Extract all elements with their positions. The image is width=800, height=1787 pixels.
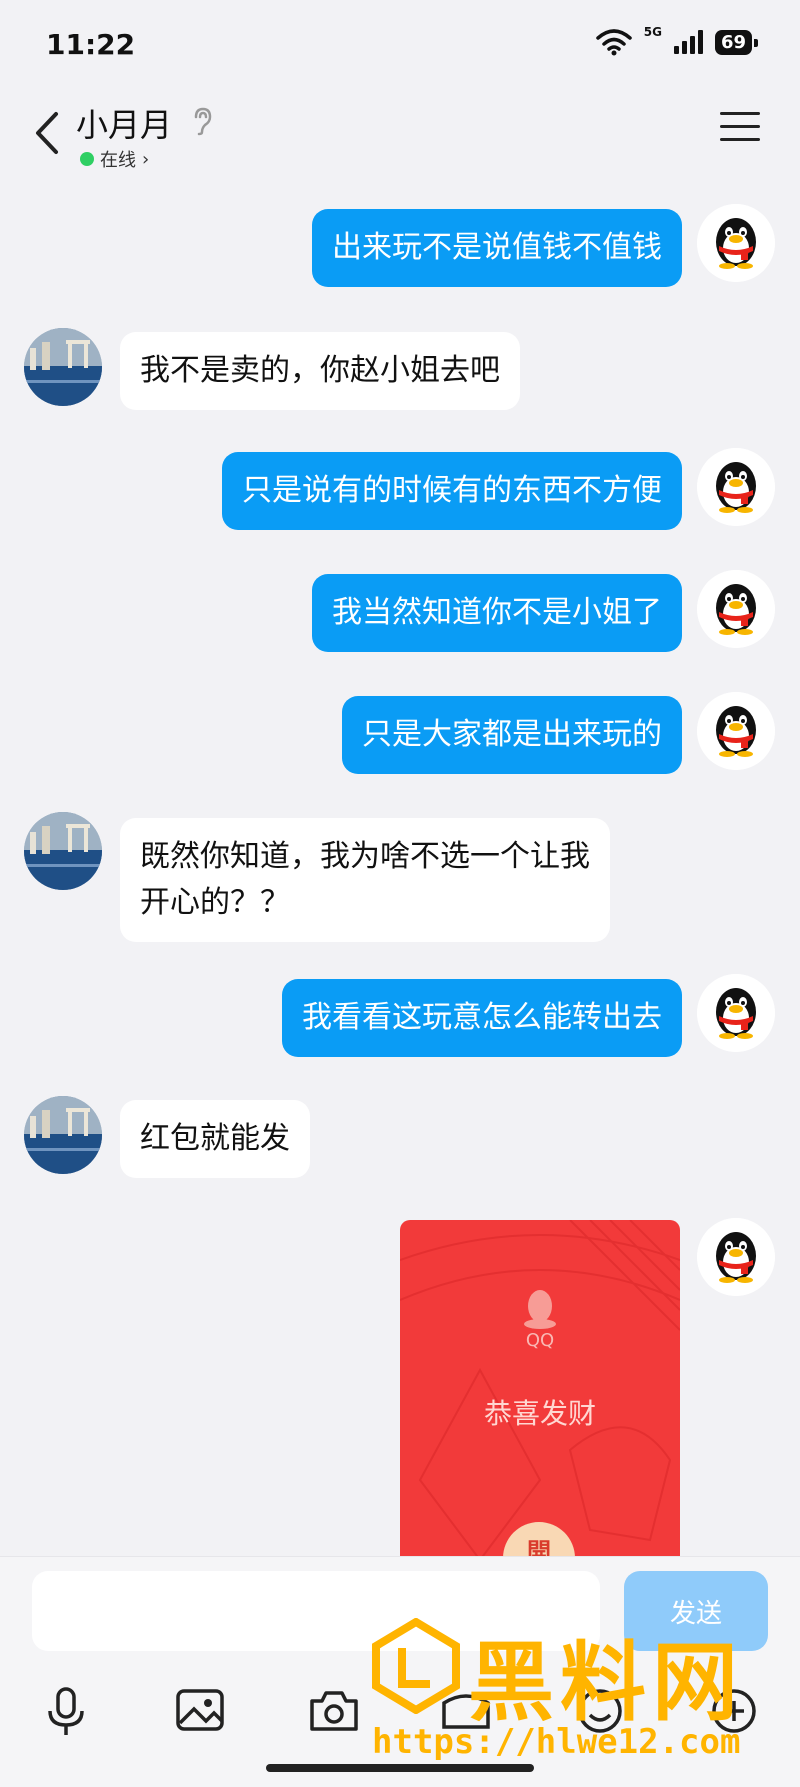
back-arrow-icon[interactable] [28,108,68,158]
watermark-url: https://hlwe12.com [372,1722,741,1762]
message-text-line: 既然你知道，我为啥不选一个让我 [140,839,590,874]
message-bubble-outgoing[interactable]: 只是大家都是出来玩的 [342,696,682,774]
image-icon[interactable] [170,1681,230,1741]
battery-icon: 69 [714,29,759,55]
online-status[interactable]: 在线 › [80,146,149,172]
red-packet-brand: QQ [525,1330,555,1351]
status-icons: 5G 69 [595,25,759,56]
signal-icon [673,30,703,54]
watermark-text: 黑料网 [468,1633,744,1733]
status-bar: 11:22 5G 69 [0,0,800,90]
message-bubble-outgoing[interactable]: 我看看这玩意怎么能转出去 [282,979,682,1057]
red-packet-title: 恭喜发财 [483,1397,596,1430]
microphone-icon[interactable] [36,1681,96,1741]
wifi-icon [595,29,632,56]
message-bubble-incoming[interactable]: 既然你知道，我为啥不选一个让我 开心的？？ [120,818,610,942]
watermark-logo-icon [372,1618,460,1714]
message-bubble-outgoing[interactable]: 出来玩不是说值钱不值钱 [312,209,682,287]
chevron-right-icon: › [142,148,150,170]
network-label: 5G [643,25,662,39]
message-text-line: 开心的？？ [140,885,290,920]
contact-avatar[interactable] [24,328,102,406]
contact-avatar[interactable] [24,1096,102,1174]
message-bubble-outgoing[interactable]: 我当然知道你不是小姐了 [312,574,682,652]
message-bubble-incoming[interactable]: 红包就能发 [120,1100,310,1178]
message-bubble-incoming[interactable]: 我不是卖的，你赵小姐去吧 [120,332,520,410]
qq-penguin-icon [524,1290,556,1329]
camera-icon[interactable] [304,1681,364,1741]
red-packet-card[interactable]: QQ 恭喜发财 開 [400,1220,680,1560]
my-avatar-icon[interactable] [697,570,775,648]
ear-icon [192,106,214,143]
chat-header: 小月月 在线 › [0,90,800,180]
red-packet-pattern [400,1220,680,1560]
message-bubble-outgoing[interactable]: 只是说有的时候有的东西不方便 [222,452,682,530]
my-avatar-icon[interactable] [697,692,775,770]
my-avatar-icon[interactable] [697,974,775,1052]
home-indicator[interactable] [266,1764,534,1772]
my-avatar-icon[interactable] [697,1218,775,1296]
my-avatar-icon[interactable] [697,448,775,526]
my-avatar-icon[interactable] [697,204,775,282]
menu-icon[interactable] [720,112,760,148]
online-status-text: 在线 [100,150,136,171]
watermark: 黑料网 https://hlwe12.com [372,1612,782,1762]
contact-name[interactable]: 小月月 [76,100,172,146]
status-time: 11:22 [46,28,136,61]
online-dot-icon [80,152,94,166]
contact-avatar[interactable] [24,812,102,890]
